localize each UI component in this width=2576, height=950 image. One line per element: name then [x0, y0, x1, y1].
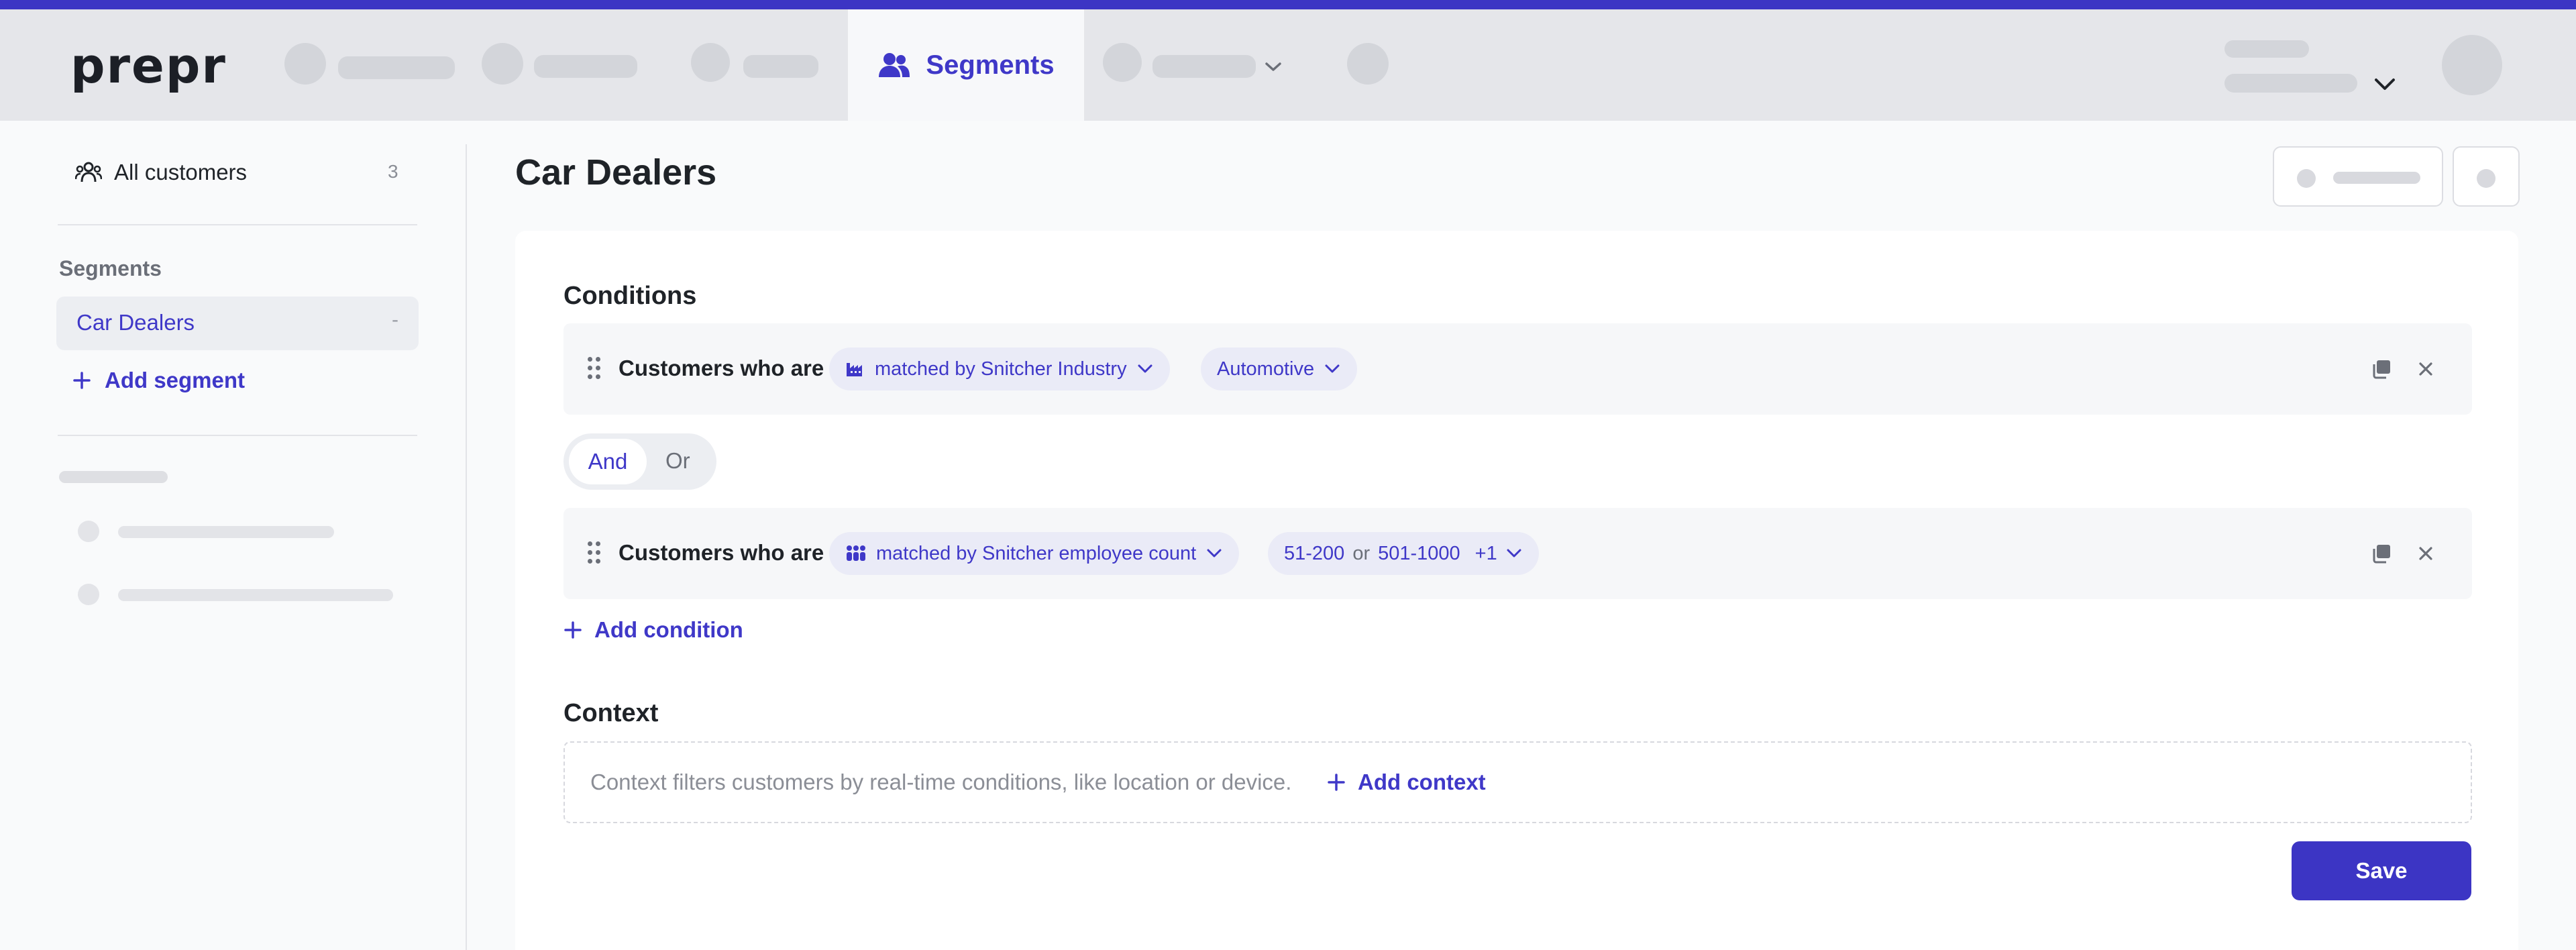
add-condition-button[interactable]: Add condition: [564, 617, 743, 643]
condition-matcher-label: matched by Snitcher Industry: [875, 358, 1127, 380]
condition-value-select[interactable]: Automotive: [1201, 348, 1358, 390]
condition-value-select[interactable]: 51-200 or 501-1000 +1: [1268, 532, 1539, 575]
top-navigation-bar: prepr: [0, 9, 2576, 121]
condition-value: Automotive: [1217, 358, 1315, 380]
chevron-down-icon[interactable]: [1264, 60, 1283, 74]
all-customers-link[interactable]: All customers: [75, 156, 247, 189]
condition-value: 51-200: [1284, 542, 1345, 564]
context-dropzone: Context filters customers by real-time c…: [564, 741, 2472, 823]
nav-placeholder-label: [338, 56, 455, 79]
add-segment-button[interactable]: Add segment: [72, 368, 245, 393]
duplicate-condition-button[interactable]: [2367, 354, 2396, 384]
page-title: Car Dealers: [515, 152, 717, 193]
condition-row: Customers who are matched by Snitcher In…: [564, 323, 2472, 415]
context-heading: Context: [564, 699, 659, 727]
nav-placeholder-label: [743, 55, 818, 78]
copy-icon: [2373, 545, 2390, 564]
add-condition-label: Add condition: [594, 617, 743, 642]
sidebar-placeholder-icon: [78, 584, 99, 605]
context-hint: Context filters customers by real-time c…: [590, 770, 1292, 794]
user-avatar[interactable]: [2442, 35, 2502, 95]
chevron-down-icon[interactable]: [2373, 76, 2396, 93]
plus-icon: [564, 621, 582, 639]
button-placeholder-label: [2333, 172, 2420, 184]
remove-condition-button[interactable]: [2411, 354, 2440, 384]
condition-label: Customers who are: [619, 540, 824, 565]
chevron-down-icon: [1138, 364, 1152, 373]
nav-placeholder-icon[interactable]: [482, 43, 523, 85]
condition-label: Customers who are: [619, 356, 824, 380]
conditions-heading: Conditions: [564, 282, 697, 310]
chevron-down-icon: [1325, 364, 1340, 373]
drag-handle-icon[interactable]: [588, 541, 601, 564]
people-group-icon: [75, 162, 102, 182]
condition-value-joiner: or: [1352, 542, 1371, 564]
account-placeholder-name: [2224, 40, 2309, 58]
industry-icon: [847, 363, 862, 376]
close-icon: [2419, 547, 2432, 560]
people-group-icon: [847, 545, 865, 561]
operator-and-option[interactable]: And: [569, 439, 647, 484]
sidebar-placeholder-label: [118, 589, 393, 601]
nav-placeholder-icon[interactable]: [284, 43, 326, 85]
segments-heading: Segments: [59, 256, 162, 280]
chevron-down-icon: [1207, 549, 1222, 558]
sidebar-placeholder-heading: [59, 471, 168, 483]
sidebar-divider: [58, 435, 417, 436]
condition-matcher-select[interactable]: matched by Snitcher Industry: [829, 348, 1170, 390]
nav-item-segments[interactable]: Segments: [848, 9, 1084, 121]
condition-row: Customers who are matched by Snitcher em…: [564, 508, 2472, 599]
nav-placeholder-icon[interactable]: [691, 43, 730, 82]
plus-icon: [1328, 774, 1345, 791]
condition-operator-toggle[interactable]: And Or: [564, 433, 716, 490]
sidebar-placeholder-icon: [78, 521, 99, 542]
header-action-button[interactable]: [2273, 146, 2443, 207]
segment-count: -: [392, 309, 398, 331]
all-customers-count: 3: [388, 161, 398, 182]
sidebar-divider: [58, 224, 417, 225]
header-icon-button[interactable]: [2453, 146, 2520, 207]
add-context-button[interactable]: Add context: [1327, 770, 1486, 795]
button-placeholder-icon: [2297, 169, 2316, 188]
top-accent-bar: [0, 0, 2576, 9]
users-icon: [879, 53, 910, 77]
duplicate-condition-button[interactable]: [2367, 539, 2396, 568]
nav-item-label: Segments: [926, 50, 1055, 80]
condition-value: 501-1000: [1378, 542, 1460, 564]
all-customers-label: All customers: [114, 160, 248, 184]
sidebar-item-car-dealers[interactable]: Car Dealers -: [56, 297, 419, 350]
segment-label: Car Dealers: [76, 310, 195, 335]
nav-placeholder-icon[interactable]: [1347, 43, 1389, 85]
nav-placeholder-label: [534, 55, 637, 78]
prepr-logo[interactable]: prepr: [70, 38, 227, 94]
sidebar-divider: [466, 144, 467, 950]
operator-or-option[interactable]: Or: [665, 448, 690, 474]
condition-matcher-select[interactable]: matched by Snitcher employee count: [829, 532, 1240, 575]
plus-icon: [73, 372, 91, 389]
copy-icon: [2373, 360, 2390, 379]
sidebar-placeholder-label: [118, 526, 334, 538]
condition-more-count: +1: [1474, 542, 1497, 564]
account-placeholder-sub: [2224, 74, 2357, 93]
remove-condition-button[interactable]: [2411, 539, 2440, 568]
chevron-down-icon: [1507, 549, 1521, 558]
nav-placeholder-icon[interactable]: [1103, 43, 1142, 82]
close-icon: [2419, 362, 2432, 376]
drag-handle-icon[interactable]: [588, 357, 601, 380]
button-placeholder-icon: [2477, 169, 2496, 188]
add-segment-label: Add segment: [105, 368, 246, 392]
save-button[interactable]: Save: [2292, 841, 2471, 900]
condition-matcher-label: matched by Snitcher employee count: [876, 542, 1197, 564]
add-context-label: Add context: [1358, 770, 1486, 794]
nav-placeholder-label: [1152, 55, 1256, 78]
